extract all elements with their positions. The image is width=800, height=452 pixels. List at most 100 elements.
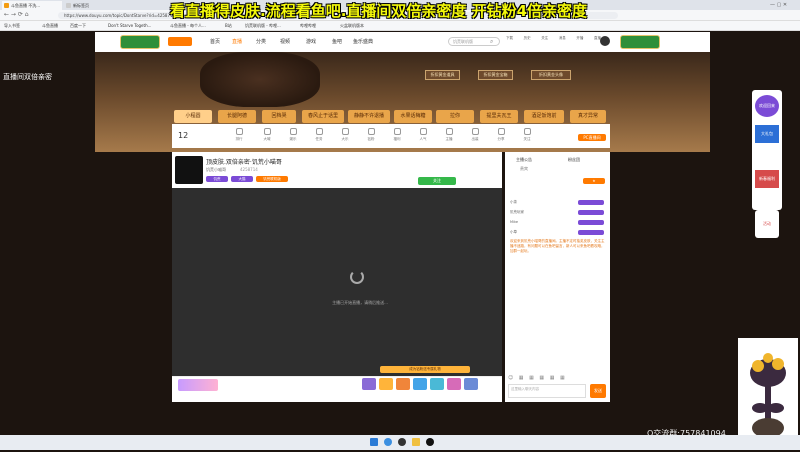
welcome-badge[interactable]: 欢迎回来 xyxy=(755,95,779,117)
app-icon[interactable] xyxy=(426,438,434,446)
category-item[interactable]: 福利 xyxy=(388,128,406,142)
room-tab[interactable]: 春风止于话里 xyxy=(302,110,344,123)
banner-button[interactable]: 折扣黄金道具 xyxy=(425,70,460,80)
window-controls[interactable]: — ▢ ✕ xyxy=(770,2,787,8)
obs-icon[interactable] xyxy=(398,438,406,446)
bookmark-item[interactable]: 斗鱼直播 - 每个人... xyxy=(170,22,206,30)
nav-festival[interactable]: 鱼乐盛典 xyxy=(353,38,373,45)
event-logo-right-icon[interactable] xyxy=(620,35,660,49)
category-item[interactable]: 大乐 xyxy=(336,128,354,142)
folder-icon[interactable] xyxy=(412,438,420,446)
category-item[interactable]: 任务 xyxy=(310,128,328,142)
room-tab[interactable]: 回档哭 xyxy=(262,110,296,123)
gift-icon[interactable] xyxy=(430,378,444,390)
category-icon xyxy=(341,128,349,135)
gift-icon[interactable] xyxy=(379,378,393,390)
bookmark-item[interactable]: 斗鱼直播 xyxy=(42,22,58,30)
chat-tab[interactable]: 粉丝团 xyxy=(568,157,580,163)
gift-promo-banner[interactable]: 成为钻粉送专属礼物 xyxy=(380,366,470,373)
bookmark-item[interactable]: 哔哩哔哩 xyxy=(300,22,316,30)
room-tab[interactable]: 酒足饭饱前 xyxy=(524,110,564,123)
banner-button[interactable]: 折扣黄金宝箱 xyxy=(478,70,513,80)
header-icon-download[interactable]: 下载 xyxy=(506,36,513,41)
category-item[interactable]: 主播 xyxy=(440,128,458,142)
tag-badge[interactable]: 饥荒 xyxy=(206,176,228,182)
header-icon-broadcast[interactable]: 开播 xyxy=(576,36,583,41)
category-icon xyxy=(497,128,505,135)
tag-badge[interactable]: 大猫 xyxy=(231,176,253,182)
douyu-favicon-icon xyxy=(4,3,9,8)
gift-icon[interactable] xyxy=(413,378,427,390)
category-item[interactable]: 关注 xyxy=(518,128,536,142)
bookmark-item[interactable]: 火盆联机版本 xyxy=(340,22,364,30)
streamer-name[interactable]: 饥荒小喵哥 xyxy=(206,167,226,173)
category-item[interactable]: 分享 xyxy=(492,128,510,142)
douyu-logo-icon[interactable] xyxy=(168,37,192,46)
gift-icon[interactable] xyxy=(447,378,461,390)
spring-benefit-icon[interactable]: 新春福利 xyxy=(755,170,779,188)
nav-arrows-icon[interactable]: ← → ⟳ ⌂ xyxy=(4,11,29,18)
header-icon-message[interactable]: 消息 xyxy=(559,36,566,41)
nav-category[interactable]: 分类 xyxy=(256,38,266,45)
category-item[interactable]: 娱乐 xyxy=(284,128,302,142)
edge-icon[interactable] xyxy=(384,438,392,446)
fan-badge-icon[interactable] xyxy=(178,379,218,391)
gift-icon[interactable] xyxy=(396,378,410,390)
nav-video[interactable]: 视频 xyxy=(280,38,290,45)
follow-button[interactable]: 关注 xyxy=(418,177,456,185)
bookmark-item[interactable]: 导入书签 xyxy=(4,22,20,30)
room-tab[interactable]: 小程圆 xyxy=(174,110,212,123)
event-logo-icon[interactable] xyxy=(120,35,160,49)
room-tab[interactable]: 水果话梅糖 xyxy=(394,110,432,123)
chat-user[interactable]: 饥荒玩家 xyxy=(510,210,524,215)
chat-user[interactable]: Mike xyxy=(510,220,518,224)
room-tab[interactable]: 长腿阿德 xyxy=(218,110,256,123)
category-item[interactable]: 排行 xyxy=(230,128,248,142)
room-tab[interactable]: 真才异常 xyxy=(570,110,606,123)
gift-pack-icon[interactable]: 大礼包 xyxy=(755,125,779,143)
category-item[interactable]: 大喊 xyxy=(258,128,276,142)
chat-user[interactable]: 小茶 xyxy=(510,200,517,205)
avatar[interactable] xyxy=(600,36,610,46)
bookmark-item[interactable]: 饥荒联机版 - 哔哩... xyxy=(245,22,281,30)
windows-start-icon[interactable] xyxy=(370,438,378,446)
search-icon[interactable]: ⌕ xyxy=(490,38,493,46)
event-icon[interactable]: 活动 xyxy=(755,210,779,238)
room-tab[interactable]: 静静不许退播 xyxy=(348,110,390,123)
send-button[interactable]: 发送 xyxy=(590,384,606,398)
bookmark-item[interactable]: Don't Starve Togeth... xyxy=(108,22,151,30)
chat-toolbar-icons[interactable]: ☺ ▦ ▦ ▦ ▦ ▦ xyxy=(508,375,606,381)
chat-user[interactable]: 小草 xyxy=(510,230,517,235)
newtab-favicon-icon xyxy=(66,3,71,8)
chat-announcement: 欢迎来到饥荒小喵哥的直播间。主播不定时抽奖皮肤，关注主播不迷路，有问题可以在鱼吧… xyxy=(510,239,605,253)
streamer-avatar[interactable] xyxy=(175,156,203,184)
category-item[interactable]: 钻粉 xyxy=(362,128,380,142)
room-tab[interactable]: 提里夫瓦王 xyxy=(480,110,518,123)
user-badge xyxy=(578,210,604,215)
bookmark-item[interactable]: 百度一下 xyxy=(70,22,86,30)
nav-home[interactable]: 首页 xyxy=(210,38,220,45)
gift-icon[interactable] xyxy=(464,378,478,390)
loading-text: 主播已开始直播，请稍后推送... xyxy=(332,300,388,305)
video-area[interactable] xyxy=(172,188,502,376)
category-icon xyxy=(419,128,427,135)
header-icon-follow[interactable]: 关注 xyxy=(541,36,548,41)
pc-live-button[interactable]: PC直播间 xyxy=(578,134,606,141)
chat-tab[interactable]: 主播公告 xyxy=(516,157,532,163)
gift-icon[interactable] xyxy=(362,378,376,390)
header-icon-history[interactable]: 历史 xyxy=(524,36,531,41)
chat-tab[interactable]: 贵宾 xyxy=(520,166,528,172)
chat-input[interactable]: 这里输入聊天内容 xyxy=(508,384,586,398)
bookmark-item[interactable]: B站 xyxy=(225,22,232,30)
browser-tab[interactable]: 斗鱼直播 不洗... xyxy=(2,1,62,10)
category-item[interactable]: 出装 xyxy=(466,128,484,142)
room-tab[interactable]: 拉你 xyxy=(436,110,474,123)
category-item[interactable]: 人气 xyxy=(414,128,432,142)
tag-badge[interactable]: 饥荒联机版 xyxy=(256,176,288,182)
nav-game[interactable]: 游戏 xyxy=(306,38,316,45)
chat-action-button[interactable]: ★ xyxy=(583,178,605,184)
browser-tab[interactable]: 新标签页 xyxy=(64,1,104,10)
banner-button[interactable]: 折扣黄金头像 xyxy=(531,70,571,80)
nav-yuba[interactable]: 鱼吧 xyxy=(332,38,342,45)
nav-live[interactable]: 直播 xyxy=(232,38,242,45)
